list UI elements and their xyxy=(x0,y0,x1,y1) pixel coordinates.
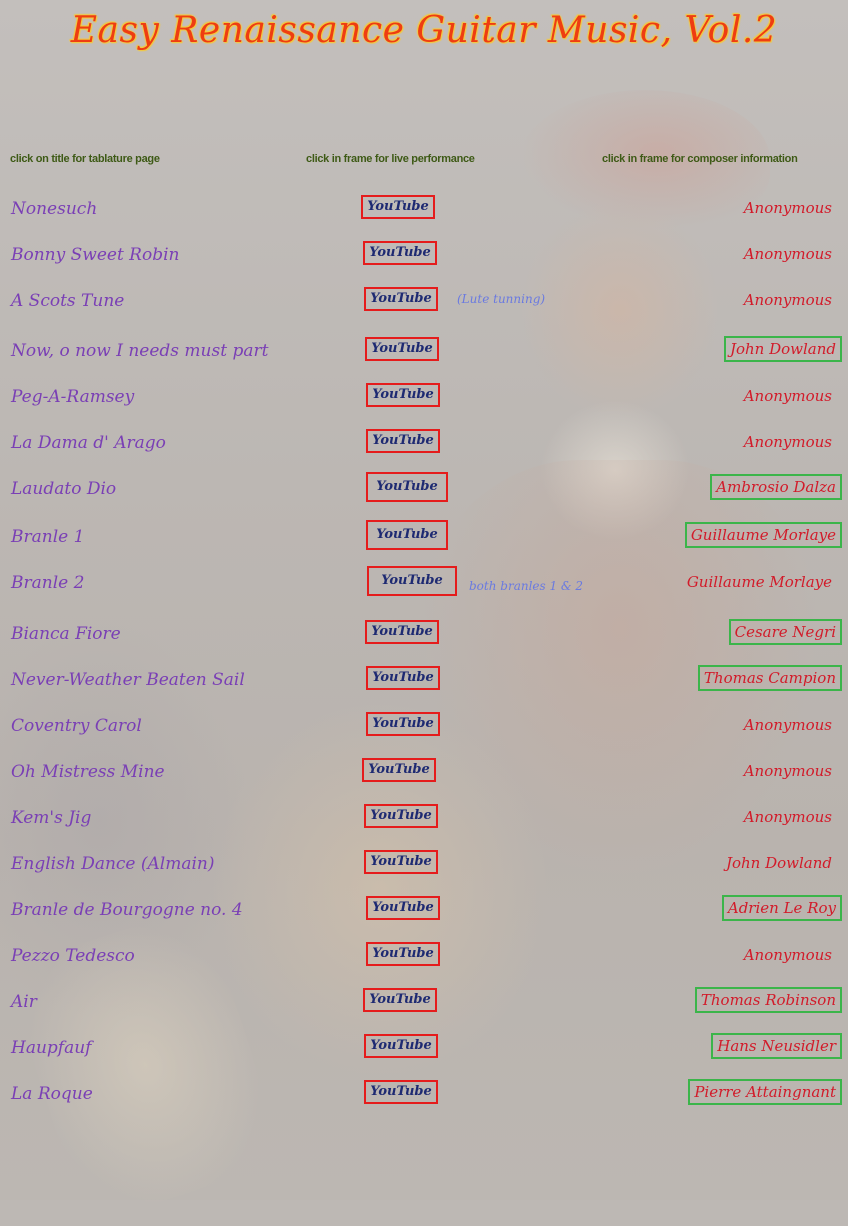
song-title-link[interactable]: Laudato Dio xyxy=(11,479,116,499)
song-title-link[interactable]: Branle 2 xyxy=(11,573,84,593)
song-title-link[interactable]: Kem's Jig xyxy=(11,808,91,828)
youtube-link-button[interactable]: YouTube xyxy=(364,1080,438,1104)
composer-label: Anonymous xyxy=(743,808,832,826)
song-title-link[interactable]: Pezzo Tedesco xyxy=(11,946,135,966)
song-row: Branle 2 YouTube both branles 1 & 2 Guil… xyxy=(0,566,848,599)
youtube-link-button[interactable]: YouTube xyxy=(364,850,438,874)
row-note: both branles 1 & 2 xyxy=(469,579,584,593)
song-row: Haupfauf YouTube Hans Neusidler xyxy=(0,1033,848,1064)
youtube-link-button[interactable]: YouTube xyxy=(366,942,440,966)
song-title-link[interactable]: La Roque xyxy=(11,1084,93,1104)
song-row: Peg-A-Ramsey YouTube Anonymous xyxy=(0,383,848,413)
song-row: Now, o now I needs must part YouTube Joh… xyxy=(0,336,848,367)
page-title: Easy Renaissance Guitar Music, Vol.2 xyxy=(70,10,778,51)
youtube-link-button[interactable]: YouTube xyxy=(365,620,439,644)
song-title-link[interactable]: Bianca Fiore xyxy=(11,624,121,644)
song-title-link[interactable]: A Scots Tune xyxy=(11,291,124,311)
song-row: Branle 1 YouTube Guillaume Morlaye xyxy=(0,520,848,553)
youtube-link-button[interactable]: YouTube xyxy=(364,804,438,828)
composer-label: Anonymous xyxy=(743,716,832,734)
composer-label: Guillaume Morlaye xyxy=(686,573,832,591)
song-title-link[interactable]: Peg-A-Ramsey xyxy=(11,387,134,407)
hint-composer: click in frame for composer information xyxy=(602,153,798,165)
song-title-link[interactable]: Coventry Carol xyxy=(11,716,142,736)
song-row: Laudato Dio YouTube Ambrosio Dalza xyxy=(0,472,848,505)
youtube-link-button[interactable]: YouTube xyxy=(364,1034,438,1058)
song-title-link[interactable]: Oh Mistress Mine xyxy=(11,762,165,782)
song-row: Oh Mistress Mine YouTube Anonymous xyxy=(0,758,848,788)
youtube-link-button[interactable]: YouTube xyxy=(366,472,448,502)
composer-info-link[interactable]: Pierre Attaingnant xyxy=(688,1079,842,1105)
song-row: Coventry Carol YouTube Anonymous xyxy=(0,712,848,742)
youtube-link-button[interactable]: YouTube xyxy=(366,520,448,550)
song-row: Bianca Fiore YouTube Cesare Negri xyxy=(0,619,848,650)
youtube-link-button[interactable]: YouTube xyxy=(367,566,457,596)
song-row: Pezzo Tedesco YouTube Anonymous xyxy=(0,942,848,972)
hint-tablature: click on title for tablature page xyxy=(10,153,160,165)
song-title-link[interactable]: Haupfauf xyxy=(11,1038,91,1058)
song-row: A Scots Tune YouTube (Lute tunning) Anon… xyxy=(0,287,848,317)
song-title-link[interactable]: Branle de Bourgogne no. 4 xyxy=(11,900,243,920)
song-title-link[interactable]: Never-Weather Beaten Sail xyxy=(11,670,245,690)
song-row: English Dance (Almain) YouTube John Dowl… xyxy=(0,850,848,880)
hint-performance: click in frame for live performance xyxy=(306,153,475,165)
song-row: Never-Weather Beaten Sail YouTube Thomas… xyxy=(0,665,848,696)
composer-label: Anonymous xyxy=(743,946,832,964)
composer-label: Anonymous xyxy=(743,387,832,405)
youtube-link-button[interactable]: YouTube xyxy=(362,758,436,782)
song-row: Air YouTube Thomas Robinson xyxy=(0,987,848,1018)
composer-label: Anonymous xyxy=(743,291,832,309)
composer-info-link[interactable]: Hans Neusidler xyxy=(711,1033,842,1059)
youtube-link-button[interactable]: YouTube xyxy=(366,896,440,920)
youtube-link-button[interactable]: YouTube xyxy=(363,988,437,1012)
song-row: Kem's Jig YouTube Anonymous xyxy=(0,804,848,834)
youtube-link-button[interactable]: YouTube xyxy=(364,287,438,311)
song-row: La Roque YouTube Pierre Attaingnant xyxy=(0,1079,848,1110)
composer-info-link[interactable]: Adrien Le Roy xyxy=(721,895,842,921)
song-row: Branle de Bourgogne no. 4 YouTube Adrien… xyxy=(0,895,848,926)
youtube-link-button[interactable]: YouTube xyxy=(365,337,439,361)
row-note: (Lute tunning) xyxy=(457,292,546,306)
youtube-link-button[interactable]: YouTube xyxy=(366,666,440,690)
song-title-link[interactable]: Nonesuch xyxy=(11,199,97,219)
composer-info-link[interactable]: Guillaume Morlaye xyxy=(684,522,842,548)
composer-info-link[interactable]: Thomas Robinson xyxy=(694,987,842,1013)
youtube-link-button[interactable]: YouTube xyxy=(363,241,437,265)
song-title-link[interactable]: Branle 1 xyxy=(11,527,84,547)
song-row: Nonesuch YouTube Anonymous xyxy=(0,195,848,225)
youtube-link-button[interactable]: YouTube xyxy=(366,712,440,736)
youtube-link-button[interactable]: YouTube xyxy=(366,429,440,453)
youtube-link-button[interactable]: YouTube xyxy=(366,383,440,407)
composer-label: John Dowland xyxy=(725,854,832,872)
composer-label: Anonymous xyxy=(743,433,832,451)
page-content: Easy Renaissance Guitar Music, Vol.2 cli… xyxy=(0,0,848,1200)
song-row: Bonny Sweet Robin YouTube Anonymous xyxy=(0,241,848,271)
composer-info-link[interactable]: John Dowland xyxy=(723,336,842,362)
song-title-link[interactable]: English Dance (Almain) xyxy=(11,854,215,874)
song-title-link[interactable]: La Dama d' Arago xyxy=(11,433,166,453)
composer-info-link[interactable]: Ambrosio Dalza xyxy=(710,474,842,500)
song-title-link[interactable]: Bonny Sweet Robin xyxy=(11,245,180,265)
youtube-link-button[interactable]: YouTube xyxy=(361,195,435,219)
song-title-link[interactable]: Now, o now I needs must part xyxy=(11,341,268,361)
song-row: La Dama d' Arago YouTube Anonymous xyxy=(0,429,848,459)
composer-label: Anonymous xyxy=(743,199,832,217)
composer-label: Anonymous xyxy=(743,245,832,263)
composer-info-link[interactable]: Thomas Campion xyxy=(697,665,842,691)
song-title-link[interactable]: Air xyxy=(11,992,37,1012)
composer-label: Anonymous xyxy=(743,762,832,780)
composer-info-link[interactable]: Cesare Negri xyxy=(728,619,842,645)
